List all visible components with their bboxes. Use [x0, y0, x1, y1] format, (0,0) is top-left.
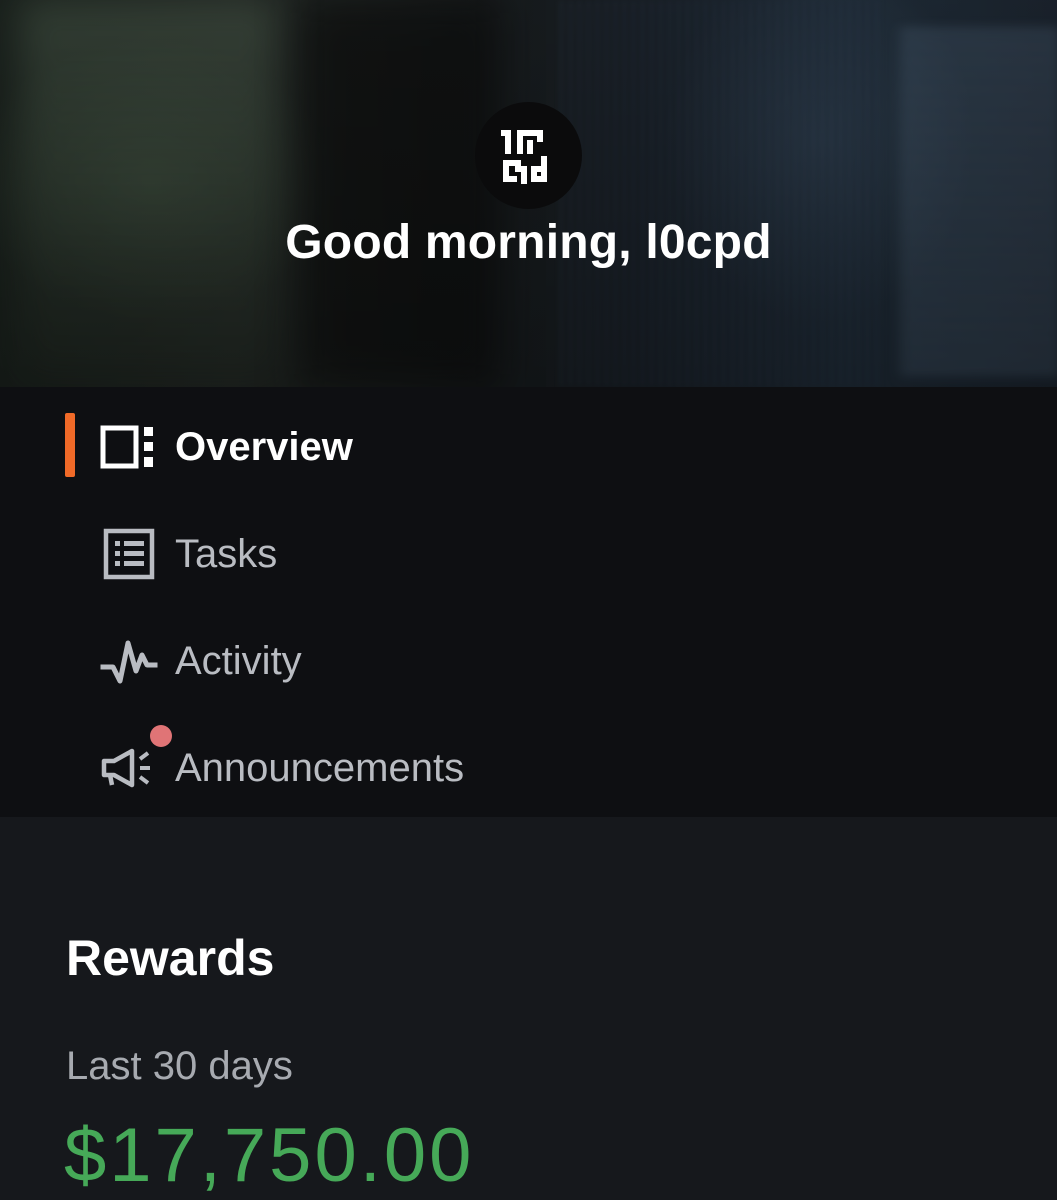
nav-item-label: Activity [175, 638, 302, 683]
rewards-period: Last 30 days [66, 1044, 293, 1088]
side-nav: Overview Tasks Activity Announcements [0, 387, 1057, 817]
nav-item-activity[interactable]: Activity [0, 616, 1057, 706]
list-icon [100, 525, 158, 583]
rewards-section: Rewards Last 30 days $17,750.00 [0, 817, 1057, 1200]
rewards-amount: $17,750.00 [64, 1113, 475, 1198]
rewards-title: Rewards [66, 930, 275, 986]
nav-item-tasks[interactable]: Tasks [0, 509, 1057, 599]
logo-icon [500, 129, 547, 184]
nav-item-label: Announcements [175, 745, 465, 790]
activity-icon [100, 632, 158, 690]
profile-header: Good morning, l0cpd [0, 0, 1057, 387]
nav-item-label: Tasks [175, 531, 278, 576]
notification-dot [150, 725, 172, 747]
greeting-title: Good morning, l0cpd [285, 216, 772, 269]
nav-item-overview[interactable]: Overview [0, 402, 1057, 492]
nav-item-label: Overview [175, 424, 353, 469]
megaphone-icon [100, 739, 158, 797]
avatar[interactable] [475, 102, 582, 209]
overview-icon [100, 418, 158, 476]
